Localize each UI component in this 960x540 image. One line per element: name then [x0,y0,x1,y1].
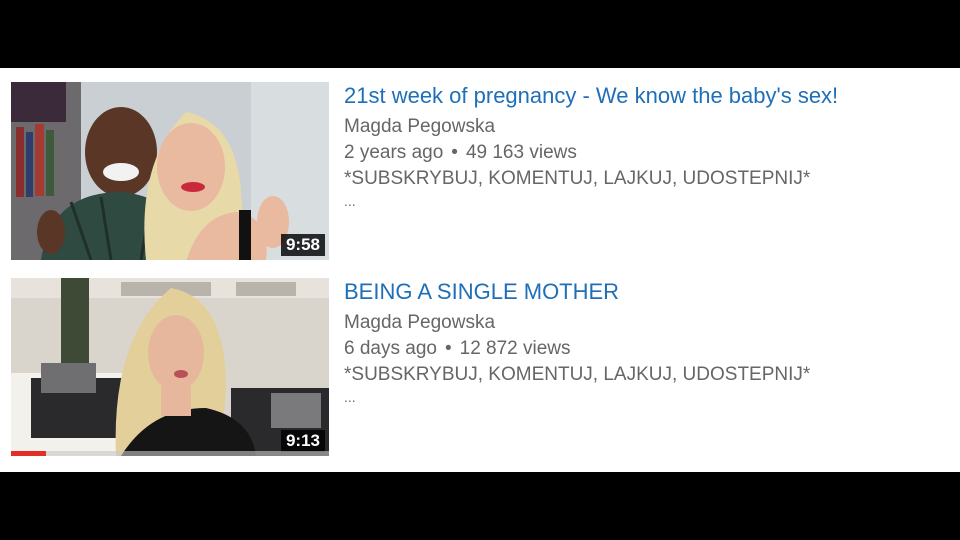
watch-progress-fill [11,451,46,456]
upload-age: 6 days ago [344,338,437,359]
video-stats: 6 days ago • 12 872 views [344,336,944,362]
watch-progress-bar [11,451,329,456]
bullet-separator: • [451,142,458,163]
video-item[interactable]: 9:13 BEING A SINGLE MOTHER Magda Pegowsk… [0,278,960,458]
video-thumbnail[interactable]: 9:13 [11,278,329,456]
video-title-link[interactable]: BEING A SINGLE MOTHER [344,278,944,306]
video-description: *SUBSKRYBUJ, KOMENTUJ, LAJKUJ, UDOSTEPNI… [344,168,811,189]
bullet-separator: • [444,338,452,359]
video-stats: 2 years ago • 49 163 views [344,140,944,166]
description-more: ... [344,389,356,405]
description-more: ... [344,193,356,209]
upload-age: 2 years ago [344,142,444,163]
channel-name-link[interactable]: Magda Pegowska [344,310,944,336]
channel-name-link[interactable]: Magda Pegowska [344,114,944,140]
video-duration: 9:13 [280,430,325,452]
video-duration: 9:58 [280,234,325,256]
video-thumbnail[interactable]: 9:58 [11,82,329,260]
video-list: 9:58 21st week of pregnancy - We know th… [0,68,960,472]
video-item[interactable]: 9:58 21st week of pregnancy - We know th… [0,82,960,262]
video-description: *SUBSKRYBUJ, KOMENTUJ, LAJKUJ, UDOSTEPNI… [344,364,811,385]
video-meta: 21st week of pregnancy - We know the bab… [344,82,944,208]
view-count: 49 163 views [465,142,577,163]
video-meta: BEING A SINGLE MOTHER Magda Pegowska 6 d… [344,278,944,404]
view-count: 12 872 views [459,338,571,359]
video-title-link[interactable]: 21st week of pregnancy - We know the bab… [344,82,944,110]
